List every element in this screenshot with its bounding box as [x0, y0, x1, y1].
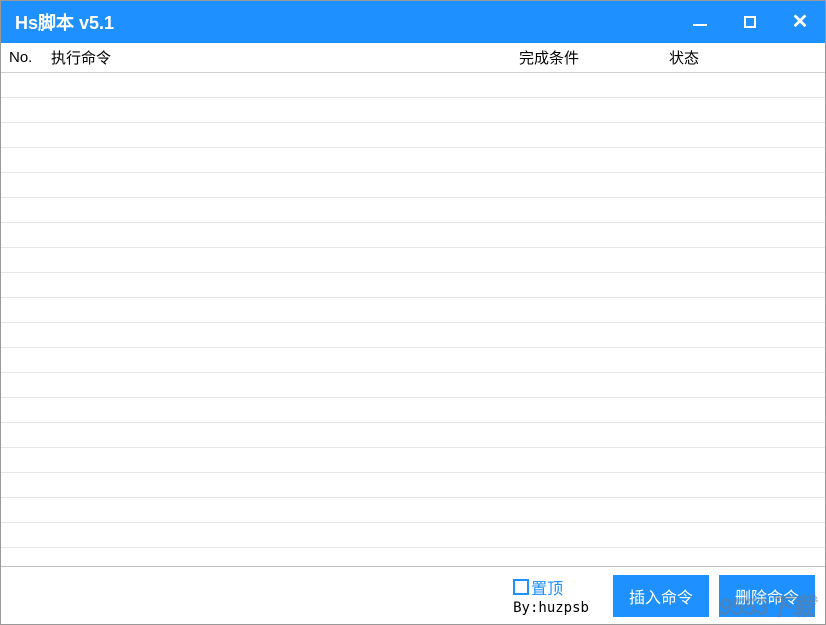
close-icon: ✕	[792, 12, 809, 32]
content-area: No. 执行命令 完成条件 状态	[1, 43, 825, 566]
table-row[interactable]	[1, 273, 825, 298]
table-row[interactable]	[1, 323, 825, 348]
header-condition: 完成条件	[515, 47, 665, 68]
table-row[interactable]	[1, 148, 825, 173]
checkbox-icon	[513, 579, 529, 595]
pin-top-checkbox[interactable]: 置顶	[513, 575, 563, 599]
table-row[interactable]	[1, 73, 825, 98]
delete-command-button[interactable]: 删除命令	[719, 575, 815, 617]
window-controls: ✕	[675, 1, 825, 43]
table-row[interactable]	[1, 298, 825, 323]
table-row[interactable]	[1, 448, 825, 473]
header-status: 状态	[665, 47, 825, 68]
close-button[interactable]: ✕	[775, 1, 825, 43]
insert-command-button[interactable]: 插入命令	[613, 575, 709, 617]
table-row[interactable]	[1, 398, 825, 423]
table-row[interactable]	[1, 348, 825, 373]
footer-bar: 置顶 By:huzpsb 插入命令 删除命令	[1, 566, 825, 624]
table-body[interactable]	[1, 73, 825, 566]
table-row[interactable]	[1, 473, 825, 498]
header-no: No.	[1, 49, 47, 66]
table-row[interactable]	[1, 248, 825, 273]
maximize-icon	[744, 16, 756, 28]
table-row[interactable]	[1, 523, 825, 548]
minimize-button[interactable]	[675, 1, 725, 43]
header-command: 执行命令	[47, 47, 515, 68]
maximize-button[interactable]	[725, 1, 775, 43]
window-title: Hs脚本 v5.1	[15, 9, 114, 35]
byline: By:huzpsb	[513, 600, 589, 616]
table-row[interactable]	[1, 173, 825, 198]
table-row[interactable]	[1, 223, 825, 248]
table-row[interactable]	[1, 198, 825, 223]
table-row[interactable]	[1, 498, 825, 523]
pin-top-label: 置顶	[531, 575, 563, 599]
footer-center: 置顶 By:huzpsb	[513, 575, 589, 616]
table-row[interactable]	[1, 123, 825, 148]
table-row[interactable]	[1, 423, 825, 448]
minimize-icon	[693, 24, 707, 26]
table-row[interactable]	[1, 373, 825, 398]
table-row[interactable]	[1, 98, 825, 123]
titlebar: Hs脚本 v5.1 ✕	[1, 1, 825, 43]
table-header: No. 执行命令 完成条件 状态	[1, 43, 825, 73]
